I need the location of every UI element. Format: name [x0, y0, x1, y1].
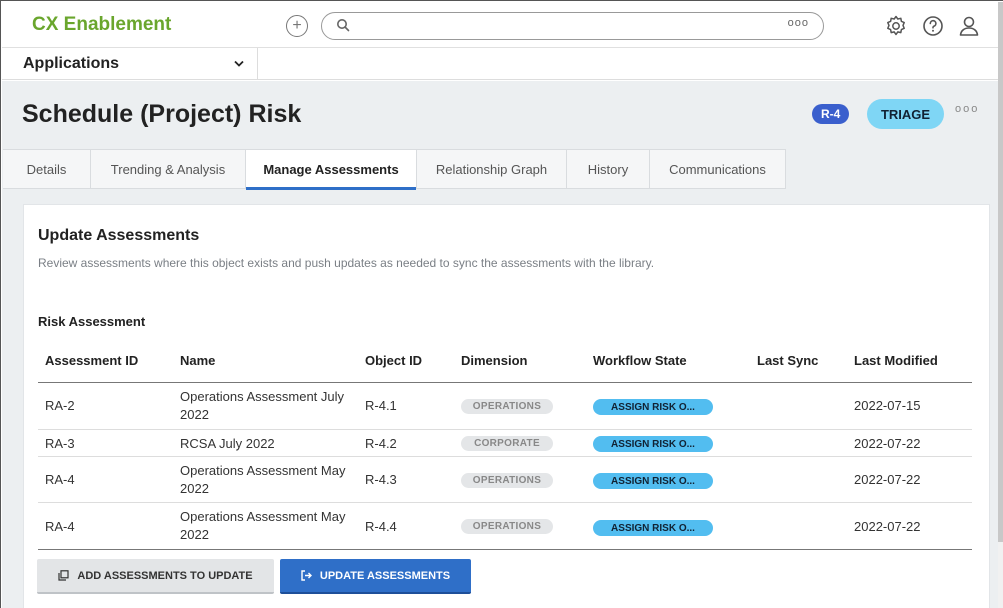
tab-history[interactable]: History: [567, 150, 650, 189]
cell-assessment-id[interactable]: RA-4: [45, 519, 75, 534]
application-dropdown-label: Applications: [23, 55, 120, 72]
workflow-state-badge: ASSIGN RISK O...: [593, 520, 713, 536]
cell-last-modified: 2022-07-22: [854, 436, 921, 451]
cell-name-line: Operations Assessment July: [180, 389, 345, 404]
dimension-badge: OPERATIONS: [461, 399, 553, 414]
cell-object-id: R-4.2: [365, 436, 397, 451]
column-header-last-modified[interactable]: Last Modified: [854, 353, 938, 368]
cell-object-id: R-4.1: [365, 398, 397, 413]
record-id-badge: R-4: [812, 104, 850, 124]
assessments-table: Assessment ID Name Object ID Dimension W…: [38, 338, 972, 550]
cell-name-line: 2022: [180, 481, 209, 496]
dimension-badge: OPERATIONS: [461, 519, 553, 534]
dimension-badge: OPERATIONS: [461, 473, 553, 488]
settings-gear-icon[interactable]: [884, 14, 908, 38]
application-dropdown[interactable]: Applications: [2, 48, 258, 80]
card-description: Review assessments where this object exi…: [38, 256, 655, 270]
app-window: CX Enablement + ooo Applications Schedul…: [0, 0, 1003, 608]
card-title: Update Assessments: [38, 227, 200, 244]
section-label: Risk Assessment: [38, 314, 146, 329]
cell-assessment-id[interactable]: RA-3: [45, 436, 75, 451]
application-bar: Applications: [2, 48, 1002, 80]
cell-assessment-id[interactable]: RA-4: [45, 472, 75, 487]
cell-name[interactable]: Operations Assessment May 2022: [180, 462, 355, 498]
workflow-state-button[interactable]: TRIAGE: [867, 99, 944, 129]
cell-last-modified: 2022-07-22: [854, 519, 921, 534]
table-row[interactable]: RA-2 Operations Assessment July 2022 R-4…: [38, 383, 972, 430]
update-assessments-button[interactable]: UPDATE ASSESSMENTS: [280, 559, 471, 594]
column-header-last-sync[interactable]: Last Sync: [757, 353, 818, 368]
scrollbar-thumb[interactable]: [998, 2, 1003, 542]
cell-name-line: Operations Assessment May: [180, 509, 346, 524]
search-options-icon[interactable]: ooo: [788, 17, 809, 29]
update-assessments-card: Update Assessments Review assessments wh…: [23, 204, 990, 608]
search-input[interactable]: ooo: [321, 12, 824, 40]
add-circle-icon[interactable]: +: [286, 15, 308, 37]
tab-communications[interactable]: Communications: [650, 150, 786, 189]
add-assessments-button-label: ADD ASSESSMENTS TO UPDATE: [77, 569, 253, 582]
page-scrollbar[interactable]: [998, 2, 1003, 608]
brand-logo[interactable]: CX Enablement: [32, 14, 171, 36]
copy-icon: [58, 570, 69, 581]
column-header-dimension[interactable]: Dimension: [461, 353, 527, 368]
column-header-name[interactable]: Name: [180, 353, 215, 368]
table-row[interactable]: RA-4 Operations Assessment May 2022 R-4.…: [38, 457, 972, 503]
cell-name[interactable]: Operations Assessment May 2022: [180, 508, 355, 544]
cell-object-id: R-4.4: [365, 519, 397, 534]
cell-name-line: Operations Assessment May: [180, 463, 346, 478]
column-header-workflow-state[interactable]: Workflow State: [593, 353, 687, 368]
update-assessments-button-label: UPDATE ASSESSMENTS: [319, 569, 451, 582]
cell-object-id: R-4.3: [365, 472, 397, 487]
table-row[interactable]: RA-4 Operations Assessment May 2022 R-4.…: [38, 503, 972, 550]
help-icon[interactable]: [921, 14, 945, 38]
add-assessments-button[interactable]: ADD ASSESSMENTS TO UPDATE: [37, 559, 274, 594]
workflow-state-badge: ASSIGN RISK O...: [593, 399, 713, 415]
cell-last-modified: 2022-07-22: [854, 472, 921, 487]
chevron-down-icon: [234, 60, 244, 67]
top-bar: CX Enablement + ooo: [2, 2, 1002, 48]
more-options-icon[interactable]: ooo: [955, 103, 979, 115]
column-header-assessment-id[interactable]: Assessment ID: [45, 353, 138, 368]
tab-details[interactable]: Details: [3, 150, 91, 189]
column-header-object-id[interactable]: Object ID: [365, 353, 422, 368]
workflow-state-badge: ASSIGN RISK O...: [593, 473, 713, 489]
cell-assessment-id[interactable]: RA-2: [45, 398, 75, 413]
cell-last-modified: 2022-07-15: [854, 398, 921, 413]
cell-name-line: RCSA July 2022: [180, 436, 275, 451]
tab-relationship-graph[interactable]: Relationship Graph: [417, 150, 567, 189]
cell-name[interactable]: RCSA July 2022: [180, 435, 355, 453]
tab-bar: Details Trending & Analysis Manage Asses…: [3, 149, 786, 190]
dimension-badge: CORPORATE: [461, 436, 553, 451]
search-icon: [337, 19, 350, 32]
table-header: Assessment ID Name Object ID Dimension W…: [38, 338, 972, 383]
table-row[interactable]: RA-3 RCSA July 2022 R-4.2 CORPORATE ASSI…: [38, 430, 972, 457]
export-icon: [301, 570, 312, 581]
user-icon[interactable]: [957, 14, 981, 38]
tab-trending-analysis[interactable]: Trending & Analysis: [91, 150, 246, 189]
cell-name-line: 2022: [180, 407, 209, 422]
cell-name-line: 2022: [180, 527, 209, 542]
record-page: Schedule (Project) Risk R-4 TRIAGE ooo D…: [2, 81, 1002, 608]
page-title: Schedule (Project) Risk: [22, 100, 302, 128]
tab-manage-assessments[interactable]: Manage Assessments: [246, 150, 417, 190]
workflow-state-badge: ASSIGN RISK O...: [593, 436, 713, 452]
cell-name[interactable]: Operations Assessment July 2022: [180, 388, 355, 424]
